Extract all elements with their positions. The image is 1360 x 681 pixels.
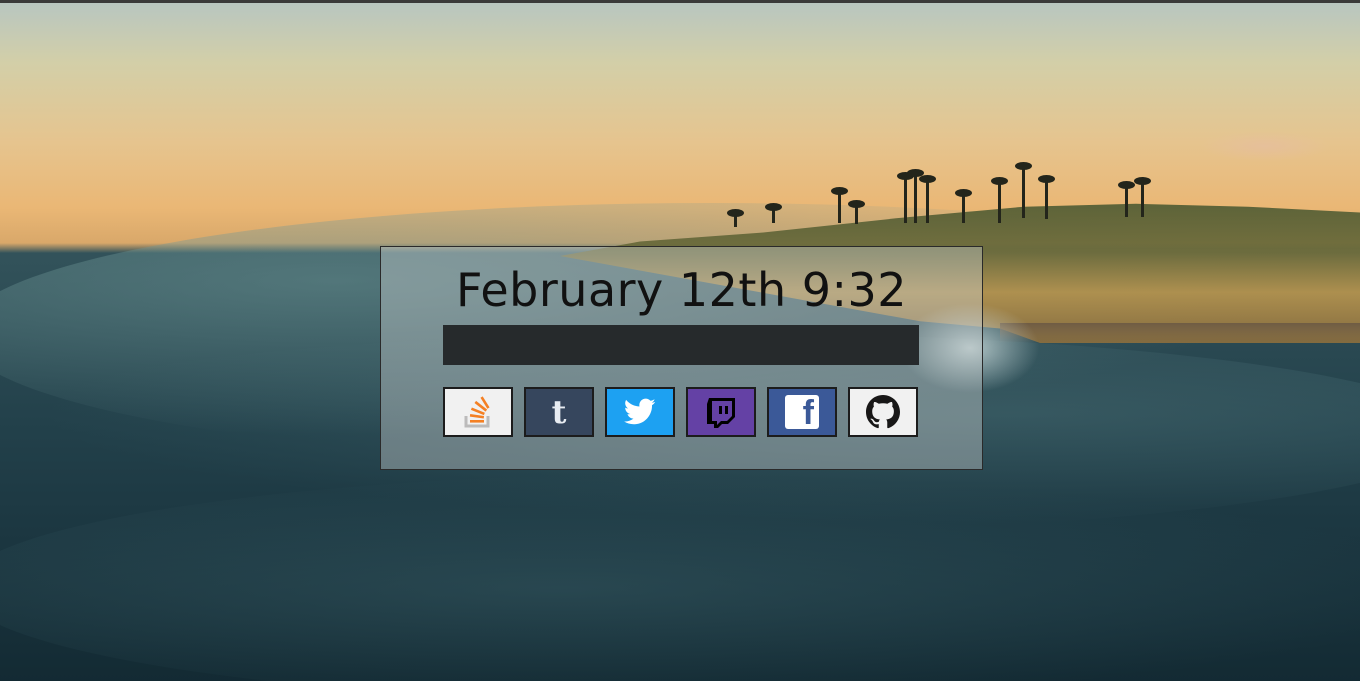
github-link[interactable] [848, 387, 918, 437]
search-input[interactable] [443, 325, 919, 365]
palm-tree [897, 172, 914, 223]
palm-tree [831, 187, 848, 223]
palm-tree [907, 169, 924, 223]
tumblr-icon: t [551, 393, 567, 431]
github-icon [866, 395, 900, 429]
start-page-card: February 12th 9:32 t f [380, 246, 983, 470]
twitch-link[interactable] [686, 387, 756, 437]
palm-tree [919, 175, 936, 223]
palm-tree [991, 177, 1008, 223]
stackoverflow-icon [460, 394, 496, 430]
stackoverflow-link[interactable] [443, 387, 513, 437]
palm-tree [848, 200, 865, 224]
beach [1000, 323, 1360, 343]
palm-tree [1118, 181, 1135, 217]
date-time-clock: February 12th 9:32 [455, 263, 908, 317]
palm-tree [727, 209, 744, 227]
wave-highlight [0, 473, 1360, 681]
twitter-link[interactable] [605, 387, 675, 437]
twitter-icon [624, 398, 656, 426]
palm-tree [955, 189, 972, 223]
palm-tree [1015, 162, 1032, 218]
wallpaper-background: February 12th 9:32 t f [0, 0, 1360, 681]
facebook-icon: f [785, 395, 819, 429]
cloud [1200, 131, 1330, 161]
tumblr-link[interactable]: t [524, 387, 594, 437]
quick-links: t f [443, 387, 918, 437]
palm-tree [765, 203, 782, 223]
twitch-icon [704, 395, 738, 429]
facebook-link[interactable]: f [767, 387, 837, 437]
palm-tree [1038, 175, 1055, 219]
palm-tree [1134, 177, 1151, 217]
